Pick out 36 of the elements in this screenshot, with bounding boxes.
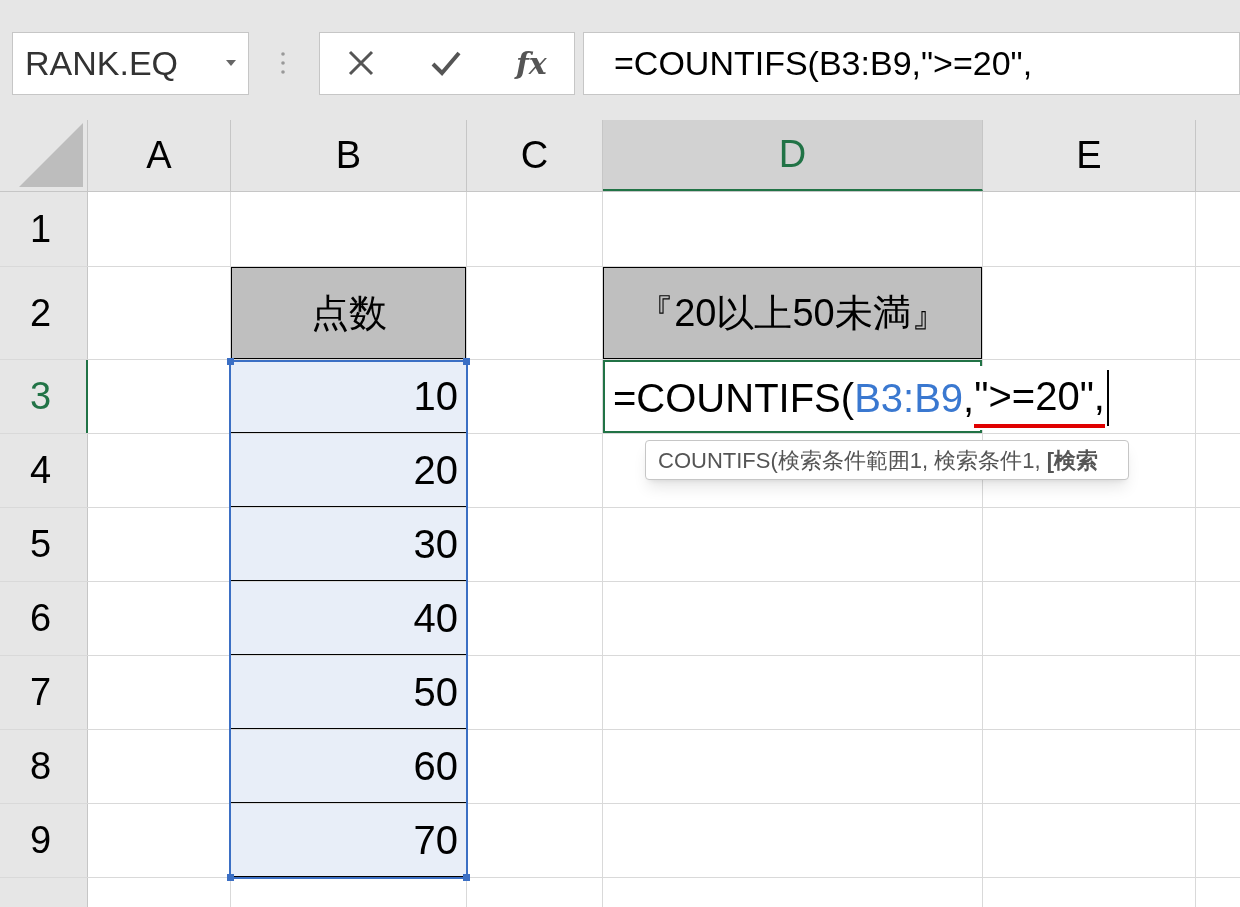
formula-text: , (963, 375, 975, 422)
number-cell: 50 (231, 656, 466, 729)
number-cell: 40 (231, 582, 466, 655)
number-cell: 20 (231, 434, 466, 507)
row-header[interactable]: 4 (0, 434, 88, 507)
row-header[interactable]: 9 (0, 804, 88, 877)
row-header[interactable]: 3 (0, 360, 88, 433)
grip-icon[interactable] (281, 51, 285, 75)
row-header[interactable]: 5 (0, 508, 88, 581)
header-cell: 『20以上50未満』 (603, 267, 982, 359)
number-cell: 70 (231, 804, 466, 877)
text-cursor (1106, 370, 1109, 426)
row-header[interactable]: 2 (0, 267, 88, 359)
header-cell: 点数 (231, 267, 466, 359)
formula-input[interactable]: =COUNTIFS(B3:B9,">=20", (583, 31, 1240, 95)
range-reference: B3:B9 (854, 375, 964, 422)
select-all-icon[interactable] (19, 123, 83, 187)
cancel-icon[interactable] (347, 49, 376, 77)
row-header[interactable]: 7 (0, 656, 88, 729)
column-header[interactable]: E (983, 120, 1196, 191)
column-header[interactable]: B (231, 120, 467, 191)
insert-function-button[interactable]: fx (515, 40, 547, 86)
column-header[interactable]: A (88, 120, 231, 191)
row-header[interactable]: 1 (0, 192, 88, 266)
number-cell: 60 (231, 730, 466, 803)
formula-text: ">=20", (974, 368, 1105, 428)
name-box[interactable]: RANK.EQ (12, 31, 249, 95)
formula-text: =COUNTIFS( (613, 375, 855, 422)
number-cell: 30 (231, 508, 466, 581)
function-tooltip: COUNTIFS(検索条件範囲1, 検索条件1, [検索 (645, 440, 1129, 480)
row-header[interactable]: 8 (0, 730, 88, 803)
column-header[interactable]: D (603, 120, 983, 191)
check-icon[interactable] (429, 49, 462, 77)
row-header[interactable]: 6 (0, 582, 88, 655)
dropdown-caret-icon (226, 60, 236, 66)
number-cell: 10 (231, 360, 466, 433)
